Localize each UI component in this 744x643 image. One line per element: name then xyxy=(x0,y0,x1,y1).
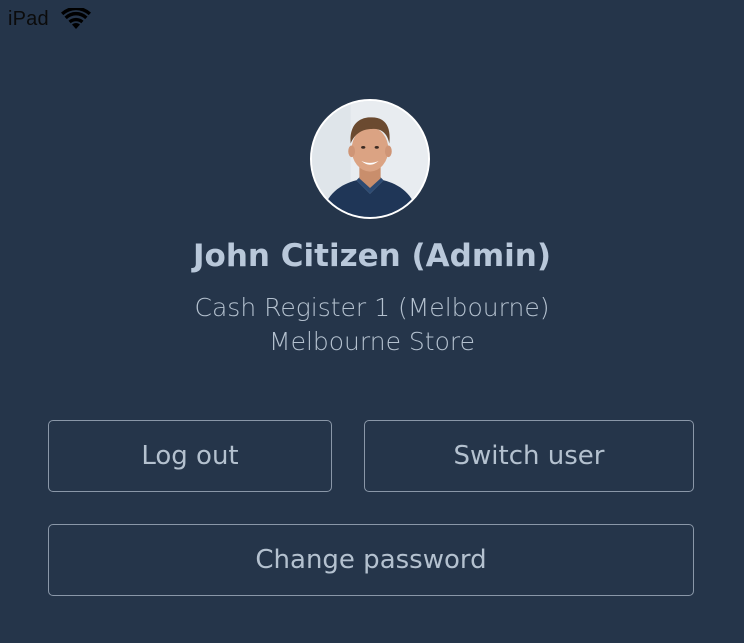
status-bar: iPad xyxy=(8,6,91,32)
store-name: Melbourne Store xyxy=(269,327,475,356)
wifi-icon xyxy=(60,8,91,30)
log-out-button[interactable]: Log out xyxy=(48,420,332,492)
register-name: Cash Register 1 (Melbourne) xyxy=(194,293,550,322)
avatar[interactable] xyxy=(310,99,430,219)
user-photo-icon xyxy=(312,101,428,217)
switch-user-button[interactable]: Switch user xyxy=(364,420,694,492)
change-password-button[interactable]: Change password xyxy=(48,524,694,596)
user-name: John Citizen (Admin) xyxy=(192,238,552,274)
device-label: iPad xyxy=(8,7,49,30)
